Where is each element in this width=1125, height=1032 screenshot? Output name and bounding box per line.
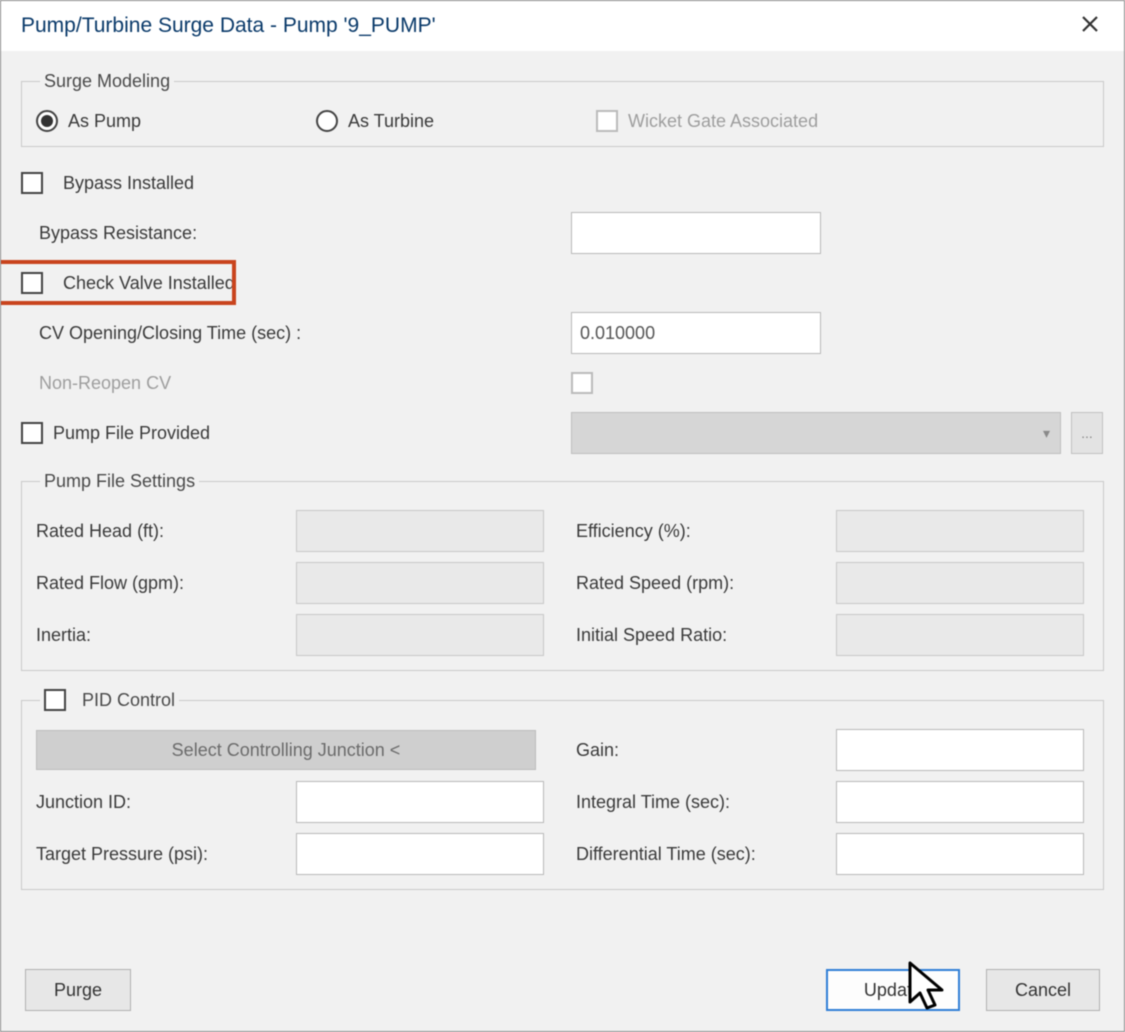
pump-file-settings-group: Pump File Settings Rated Head (ft): Effi… <box>21 471 1104 671</box>
integral-time-input[interactable] <box>836 781 1084 823</box>
close-button[interactable] <box>1070 6 1110 46</box>
bypass-installed-row[interactable]: Bypass Installed <box>21 161 1104 205</box>
checkbox-icon <box>21 272 43 294</box>
rated-speed-input <box>836 562 1084 604</box>
radio-as-pump-label: As Pump <box>68 111 141 132</box>
select-controlling-junction-button[interactable]: Select Controlling Junction < <box>36 730 536 770</box>
dialog-title: Pump/Turbine Surge Data - Pump '9_PUMP' <box>21 14 436 38</box>
gain-label: Gain: <box>576 740 836 761</box>
pid-control-legend-wrap[interactable]: PID Control <box>40 689 179 711</box>
surge-modeling-legend: Surge Modeling <box>40 71 174 92</box>
non-reopen-checkbox <box>571 372 593 394</box>
bypass-resistance-label: Bypass Resistance: <box>39 223 197 244</box>
non-reopen-row: Non-Reopen CV <box>21 361 1104 405</box>
purge-button-label: Purge <box>54 980 102 1001</box>
rated-flow-label: Rated Flow (gpm): <box>36 573 296 594</box>
purge-button[interactable]: Purge <box>25 969 131 1011</box>
gain-input[interactable] <box>836 729 1084 771</box>
rated-head-input <box>296 510 544 552</box>
non-reopen-label: Non-Reopen CV <box>39 373 171 394</box>
integral-time-label: Integral Time (sec): <box>576 792 836 813</box>
target-pressure-label: Target Pressure (psi): <box>36 844 296 865</box>
pid-control-legend: PID Control <box>82 690 175 711</box>
bypass-resistance-row: Bypass Resistance: <box>21 211 1104 255</box>
radio-as-pump[interactable]: As Pump <box>36 110 276 132</box>
junction-id-label: Junction ID: <box>36 792 296 813</box>
surge-modeling-group: Surge Modeling As Pump As Turbine Wicket… <box>21 71 1104 147</box>
initial-speed-ratio-label: Initial Speed Ratio: <box>576 625 836 646</box>
pump-file-select[interactable]: ▾ <box>571 412 1061 454</box>
rated-speed-label: Rated Speed (rpm): <box>576 573 836 594</box>
cancel-button-label: Cancel <box>1015 980 1071 1001</box>
pid-control-group: PID Control Select Controlling Junction … <box>21 689 1104 890</box>
efficiency-label: Efficiency (%): <box>576 521 836 542</box>
titlebar: Pump/Turbine Surge Data - Pump '9_PUMP' <box>1 1 1124 51</box>
dialog: Pump/Turbine Surge Data - Pump '9_PUMP' … <box>0 0 1125 1032</box>
pump-file-provided-row: Pump File Provided ▾ ... <box>21 411 1104 455</box>
ellipsis-icon: ... <box>1081 425 1093 441</box>
update-button[interactable]: Update <box>826 969 960 1011</box>
checkbox-icon <box>21 422 43 444</box>
close-icon <box>1081 13 1099 39</box>
select-controlling-junction-label: Select Controlling Junction < <box>172 740 401 761</box>
checkbox-icon <box>596 110 618 132</box>
inertia-label: Inertia: <box>36 625 296 646</box>
wicket-label: Wicket Gate Associated <box>628 111 818 132</box>
pump-file-provided-label: Pump File Provided <box>53 423 210 444</box>
chevron-down-icon: ▾ <box>1043 425 1050 442</box>
dialog-body: Surge Modeling As Pump As Turbine Wicket… <box>1 51 1124 959</box>
rated-flow-input <box>296 562 544 604</box>
junction-id-input[interactable] <box>296 781 544 823</box>
cv-time-label: CV Opening/Closing Time (sec) : <box>39 323 301 344</box>
pump-file-settings-legend: Pump File Settings <box>40 471 199 492</box>
radio-icon <box>316 110 338 132</box>
pump-file-provided-check[interactable]: Pump File Provided <box>21 422 210 444</box>
cancel-button[interactable]: Cancel <box>986 969 1100 1011</box>
bypass-installed-label: Bypass Installed <box>63 173 194 194</box>
check-valve-installed-row[interactable]: Check Valve Installed <box>21 261 1104 305</box>
dialog-footer: Purge Update Cancel <box>1 959 1124 1031</box>
checkbox-icon <box>21 172 43 194</box>
inertia-input <box>296 614 544 656</box>
radio-as-turbine[interactable]: As Turbine <box>316 110 556 132</box>
radio-as-turbine-label: As Turbine <box>348 111 434 132</box>
differential-time-input[interactable] <box>836 833 1084 875</box>
bypass-resistance-input[interactable] <box>571 212 821 254</box>
target-pressure-input[interactable] <box>296 833 544 875</box>
differential-time-label: Differential Time (sec): <box>576 844 836 865</box>
checkbox-wicket-gate: Wicket Gate Associated <box>596 110 916 132</box>
rated-head-label: Rated Head (ft): <box>36 521 296 542</box>
efficiency-input <box>836 510 1084 552</box>
checkbox-icon <box>44 689 66 711</box>
pump-file-browse-button[interactable]: ... <box>1071 412 1103 454</box>
cv-time-row: CV Opening/Closing Time (sec) : <box>21 311 1104 355</box>
update-button-label: Update <box>864 980 922 1001</box>
initial-speed-ratio-input <box>836 614 1084 656</box>
cv-time-input[interactable] <box>571 312 821 354</box>
check-valve-installed-label: Check Valve Installed <box>63 273 235 294</box>
radio-icon <box>36 110 58 132</box>
